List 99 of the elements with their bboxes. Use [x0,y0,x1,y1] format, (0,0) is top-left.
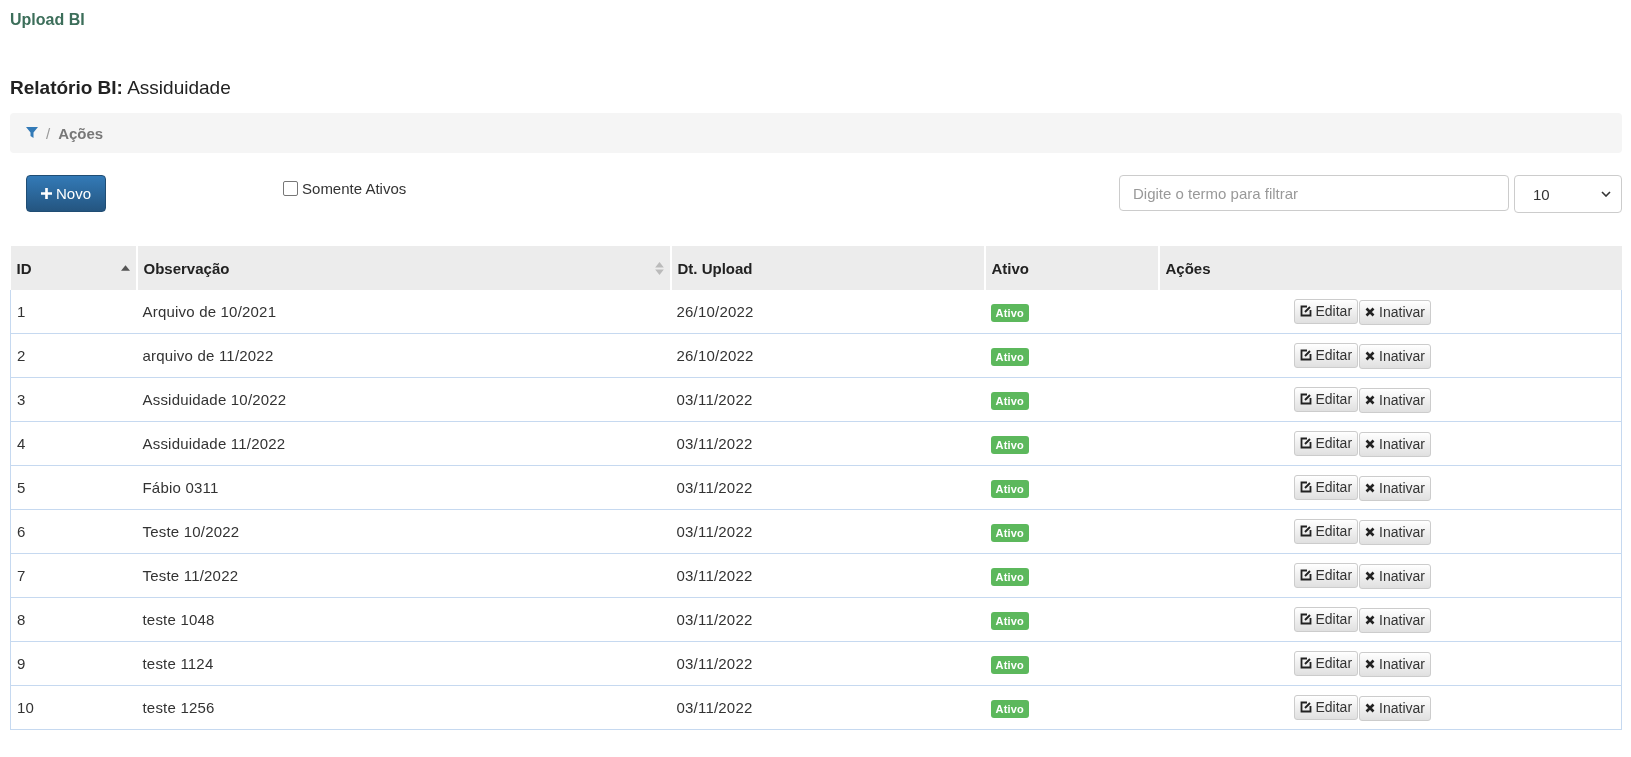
search-field[interactable]: Digite o termo para filtrar [1119,175,1509,211]
close-icon [1365,659,1376,669]
status-badge: Ativo [990,348,1029,366]
page-heading: Relatório BI: Assiduidade [10,77,232,99]
column-header: Ativo [984,246,1159,290]
edit-icon [1299,701,1312,713]
column-header: Ações [1158,246,1622,290]
edit-button[interactable]: Editar [1293,694,1359,720]
deactivate-button[interactable]: Inativar [1359,475,1431,501]
table-cell: 03/11/2022 [670,377,985,422]
table-cell: Assiduidade 11/2022 [136,421,671,466]
table-cell: teste 1048 [136,597,671,642]
table-cell: teste 1124 [136,641,671,686]
edit-icon [1299,525,1312,537]
status-badge: Ativo [990,568,1029,586]
close-icon [1365,307,1376,317]
deactivate-button[interactable]: Inativar [1359,299,1431,325]
status-badge: Ativo [990,612,1029,630]
table-cell: 03/11/2022 [670,553,985,598]
checkbox-label: Somente Ativos [302,180,407,197]
edit-button[interactable]: Editar [1293,650,1359,676]
table-cell: teste 1256 [136,685,671,730]
new-button[interactable]: Novo [26,175,107,212]
close-icon [1365,351,1376,361]
edit-button[interactable]: Editar [1293,298,1359,324]
table-cell: 3 [10,377,137,422]
table-cell: 26/10/2022 [670,290,985,334]
column-header[interactable]: ID [10,246,137,290]
close-icon [1365,615,1376,625]
edit-button[interactable]: Editar [1293,606,1359,632]
deactivate-button[interactable]: Inativar [1359,563,1431,589]
edit-button[interactable]: Editar [1293,430,1359,456]
table-cell: 26/10/2022 [670,333,985,378]
checkbox[interactable] [283,181,299,196]
status-badge: Ativo [990,436,1029,454]
close-icon [1365,527,1376,537]
chevron-down-icon [1601,191,1611,197]
sort-ascending-icon [120,265,130,271]
close-icon [1365,703,1376,713]
edit-button[interactable]: Editar [1293,386,1359,412]
status-badge: Ativo [990,392,1029,410]
table-cell: Teste 11/2022 [136,553,671,598]
table-cell: 03/11/2022 [670,597,985,642]
edit-button[interactable]: Editar [1293,342,1359,368]
status-badge: Ativo [990,480,1029,498]
status-badge: Ativo [990,700,1029,718]
deactivate-button[interactable]: Inativar [1359,343,1431,369]
table-cell: Arquivo de 10/2021 [136,290,671,334]
deactivate-button[interactable]: Inativar [1359,387,1431,413]
deactivate-button[interactable]: Inativar [1359,607,1431,633]
edit-button[interactable]: Editar [1293,518,1359,544]
page-size-select[interactable]: 10 [1514,175,1622,213]
app-title: Upload BI [10,10,86,29]
edit-icon [1299,437,1312,449]
deactivate-button[interactable]: Inativar [1359,519,1431,545]
breadcrumb-separator: / [46,124,51,142]
table-cell: 1 [10,290,137,334]
table-cell: 5 [10,465,137,510]
deactivate-button[interactable]: Inativar [1359,695,1431,721]
deactivate-button[interactable]: Inativar [1359,651,1431,677]
column-header[interactable]: Observação [136,246,671,290]
edit-icon [1299,305,1312,317]
edit-icon [1299,393,1312,405]
table-cell: 03/11/2022 [670,465,985,510]
close-icon [1365,483,1376,493]
close-icon [1365,439,1376,449]
edit-button[interactable]: Editar [1293,562,1359,588]
table-cell: 7 [10,553,137,598]
edit-icon [1299,657,1312,669]
table-cell: 6 [10,509,137,554]
table-cell: 8 [10,597,137,642]
plus-icon [41,188,52,199]
table-cell: arquivo de 11/2022 [136,333,671,378]
column-header: Dt. Upload [670,246,985,290]
table-cell: Assiduidade 10/2022 [136,377,671,422]
edit-icon [1299,613,1312,625]
table-cell: 03/11/2022 [670,421,985,466]
breadcrumb-item: Ações [58,124,104,142]
table-cell: 2 [10,333,137,378]
table-cell: 03/11/2022 [670,685,985,730]
table-cell: 10 [10,685,137,730]
status-badge: Ativo [990,304,1029,322]
edit-icon [1299,569,1312,581]
status-badge: Ativo [990,656,1029,674]
edit-button[interactable]: Editar [1293,474,1359,500]
close-icon [1365,571,1376,581]
status-badge: Ativo [990,524,1029,542]
table-cell: Fábio 0311 [136,465,671,510]
table-cell: 4 [10,421,137,466]
sort-icon [654,261,664,275]
close-icon [1365,395,1376,405]
deactivate-button[interactable]: Inativar [1359,431,1431,457]
table-cell: 03/11/2022 [670,509,985,554]
edit-icon [1299,481,1312,493]
table-cell: 9 [10,641,137,686]
table-cell: 03/11/2022 [670,641,985,686]
edit-icon [1299,349,1312,361]
filter-icon[interactable] [26,127,38,139]
table-cell: Teste 10/2022 [136,509,671,554]
